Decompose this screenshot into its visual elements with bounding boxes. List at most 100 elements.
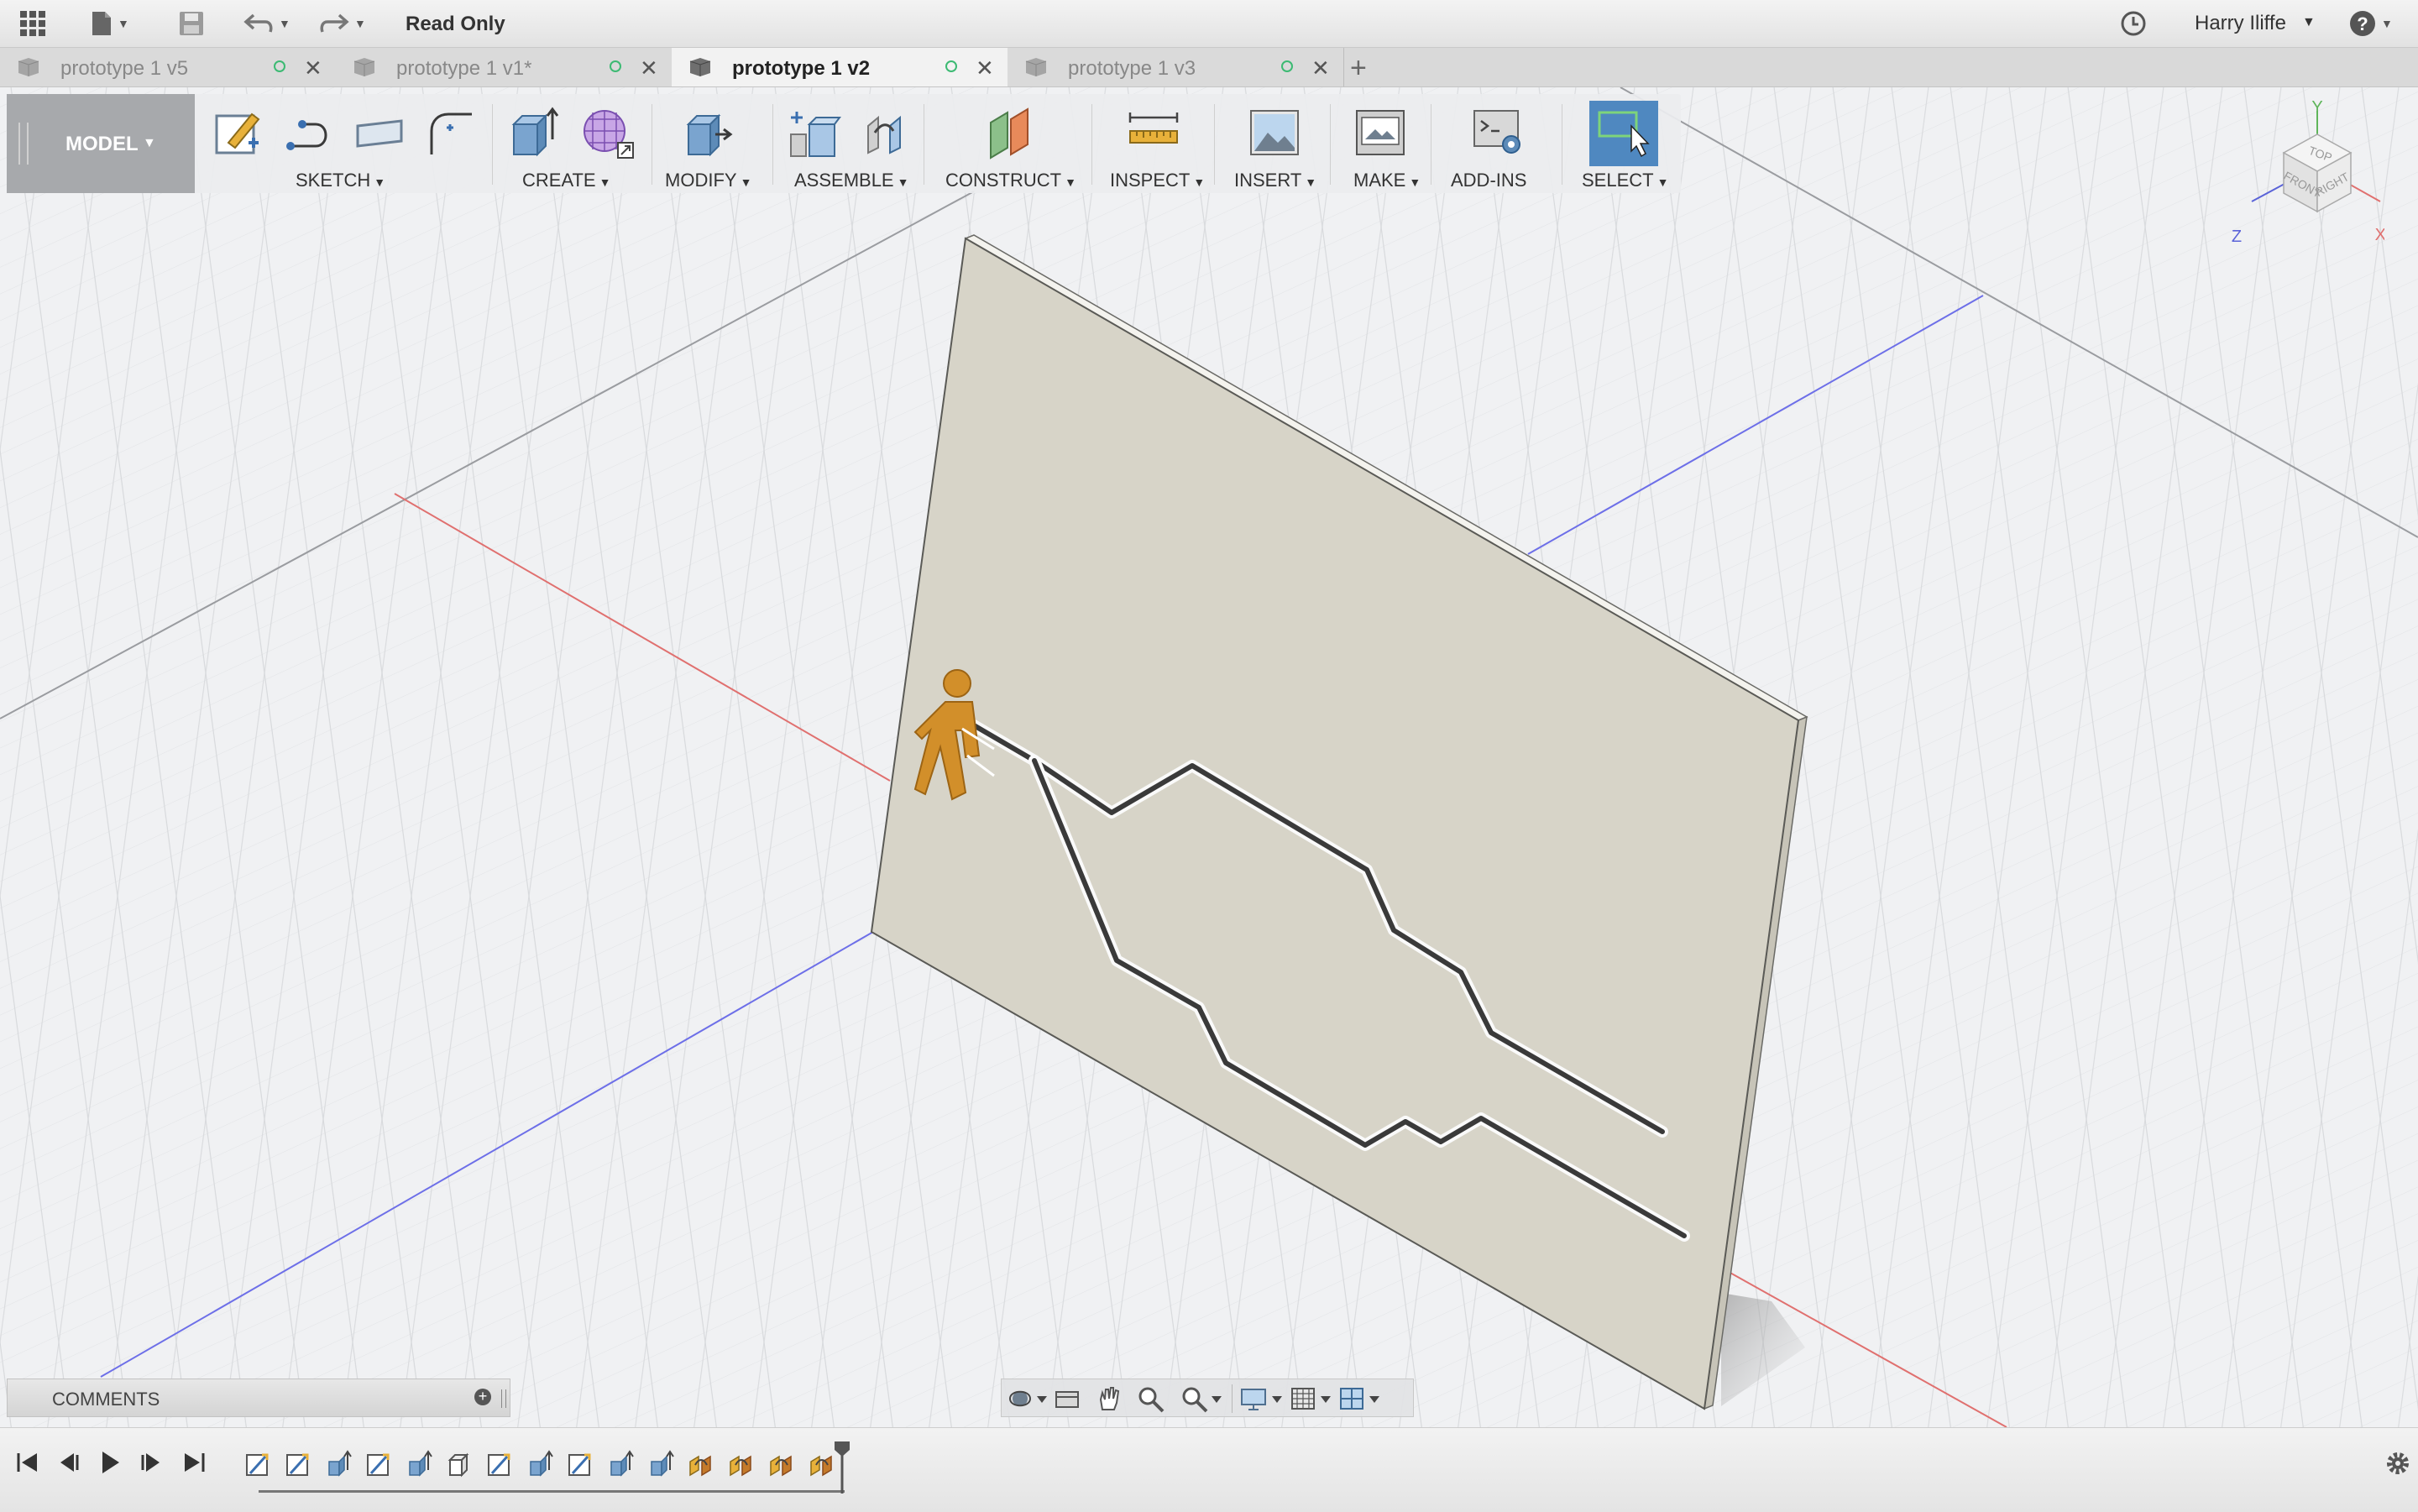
x-axis-label: X — [2375, 226, 2384, 244]
help-icon: ? — [2350, 11, 2375, 36]
select-menu[interactable]: SELECT ▼ — [1582, 170, 1668, 191]
timeline-step-joint-icon[interactable] — [727, 1450, 756, 1480]
document-tab[interactable]: prototype 1 v5 ✕ — [0, 48, 337, 86]
toolbar-divider — [492, 104, 493, 185]
timeline-step-extrude-icon[interactable] — [405, 1450, 433, 1480]
file-icon — [92, 12, 111, 35]
new-tab-button[interactable]: + — [1350, 52, 1367, 85]
help-button[interactable]: ? ▼ — [2349, 10, 2393, 37]
timeline-step-extrude-icon[interactable] — [324, 1450, 353, 1480]
job-status-button[interactable] — [2120, 10, 2147, 37]
sketch-menu[interactable]: SKETCH ▼ — [296, 170, 385, 191]
insert-menu[interactable]: INSERT ▼ — [1234, 170, 1316, 191]
gear-icon[interactable] — [2383, 1448, 2413, 1478]
addins-menu[interactable]: ADD-INS — [1451, 170, 1526, 191]
go-to-end-icon[interactable] — [181, 1448, 207, 1477]
app-grid-icon[interactable] — [18, 10, 47, 37]
timeline-track[interactable] — [259, 1490, 845, 1493]
file-menu-button[interactable]: ▼ — [91, 10, 129, 37]
timeline-step-joint-icon[interactable] — [687, 1450, 715, 1480]
timeline-step-joint-icon[interactable] — [767, 1450, 796, 1480]
rectangle-icon[interactable] — [353, 106, 406, 160]
timeline-step-extrude-icon[interactable] — [526, 1450, 554, 1480]
step-forward-icon[interactable] — [139, 1448, 165, 1477]
close-icon[interactable]: ✕ — [304, 55, 322, 81]
chevron-down-icon: ▼ — [279, 17, 290, 30]
timeline-step-sketch-icon[interactable] — [364, 1450, 393, 1480]
make-menu[interactable]: MAKE ▼ — [1353, 170, 1421, 191]
line-icon[interactable] — [282, 106, 336, 160]
joint-icon[interactable] — [860, 106, 913, 160]
chevron-down-icon: ▼ — [1065, 175, 1076, 189]
viewports-icon[interactable] — [1337, 1384, 1388, 1413]
chevron-down-icon: ▼ — [740, 175, 752, 189]
view-cube[interactable]: TOP FRONT RIGHT Y Z X — [2225, 94, 2386, 275]
save-button[interactable] — [178, 10, 205, 37]
timeline-marker[interactable] — [831, 1440, 853, 1499]
pan-hand-icon[interactable] — [1094, 1384, 1124, 1413]
fit-zoom-icon[interactable] — [1180, 1384, 1227, 1413]
tab-label: prototype 1 v3 — [1068, 57, 1196, 80]
press-pull-icon[interactable] — [682, 106, 735, 160]
main-toolbar: MODEL ▼ SKETCH ▼ CREATE ▼ MODIFY ▼ ASSEM… — [7, 94, 1681, 193]
step-back-icon[interactable] — [55, 1448, 81, 1477]
grid-settings-icon[interactable] — [1289, 1384, 1339, 1413]
close-icon[interactable]: ✕ — [1311, 55, 1330, 81]
undo-button[interactable]: ▼ — [243, 10, 290, 37]
select-button[interactable] — [1589, 101, 1658, 166]
workspace-switcher[interactable]: MODEL ▼ — [7, 94, 195, 193]
display-settings-icon[interactable] — [1238, 1384, 1289, 1413]
create-menu[interactable]: CREATE ▼ — [522, 170, 610, 191]
assemble-menu[interactable]: ASSEMBLE ▼ — [794, 170, 908, 191]
timeline-step-sketch-icon[interactable] — [284, 1450, 312, 1480]
timeline-step-extrude-icon[interactable] — [646, 1450, 675, 1480]
document-tab-active[interactable]: prototype 1 v2 ✕ — [672, 48, 1008, 86]
insert-menu-label: INSERT — [1234, 170, 1302, 191]
toolbar-divider — [1214, 104, 1215, 185]
create-sketch-icon[interactable] — [212, 106, 265, 160]
timeline-step-sketch-icon[interactable] — [243, 1450, 272, 1480]
redo-icon — [320, 13, 349, 33]
toolbar-divider — [1232, 1384, 1233, 1413]
timeline-step-extrude-icon[interactable] — [606, 1450, 635, 1480]
form-icon[interactable] — [581, 106, 636, 161]
panel-grip-icon[interactable] — [501, 1389, 506, 1408]
comments-label: COMMENTS — [52, 1389, 160, 1410]
3d-print-icon[interactable] — [1353, 106, 1407, 160]
insert-image-icon[interactable] — [1248, 106, 1301, 160]
redo-button[interactable]: ▼ — [319, 10, 366, 37]
inspect-menu[interactable]: INSPECT ▼ — [1110, 170, 1205, 191]
timeline-step-body-icon[interactable] — [445, 1450, 474, 1480]
document-tab[interactable]: prototype 1 v1* ✕ — [336, 48, 673, 86]
drag-handle-icon[interactable] — [18, 123, 29, 165]
new-component-icon[interactable] — [786, 106, 841, 161]
timeline-step-sketch-icon[interactable] — [566, 1450, 594, 1480]
orbit-icon[interactable] — [1007, 1384, 1049, 1413]
online-status-icon — [610, 60, 621, 72]
chevron-down-icon: ▼ — [1409, 175, 1421, 189]
close-icon[interactable]: ✕ — [640, 55, 658, 81]
user-account-menu[interactable]: Harry Iliffe — [2195, 12, 2286, 35]
offset-plane-icon[interactable] — [984, 106, 1038, 160]
measure-icon[interactable] — [1127, 106, 1180, 160]
modify-menu[interactable]: MODIFY ▼ — [665, 170, 751, 191]
add-comment-icon[interactable]: + — [474, 1389, 491, 1405]
go-to-start-icon[interactable] — [15, 1448, 40, 1477]
model-scene[interactable] — [0, 0, 2418, 1511]
tab-label: prototype 1 v5 — [60, 57, 189, 80]
document-tab[interactable]: prototype 1 v3 ✕ — [1008, 48, 1344, 86]
chevron-down-icon[interactable]: ▼ — [2302, 15, 2316, 30]
extrude-icon[interactable] — [507, 106, 561, 160]
fillet-sketch-icon[interactable] — [423, 106, 477, 160]
component-icon — [689, 58, 711, 76]
look-at-icon[interactable] — [1052, 1384, 1082, 1413]
scripts-addins-icon[interactable] — [1471, 106, 1525, 160]
play-icon[interactable] — [97, 1448, 123, 1477]
canvas-viewport[interactable] — [0, 86, 2418, 1431]
comments-panel[interactable]: COMMENTS + — [7, 1379, 510, 1417]
zoom-icon[interactable] — [1136, 1384, 1166, 1413]
close-icon[interactable]: ✕ — [976, 55, 994, 81]
construct-menu[interactable]: CONSTRUCT ▼ — [945, 170, 1076, 191]
timeline-step-sketch-icon[interactable] — [485, 1450, 514, 1480]
navigation-toolbar — [1001, 1379, 1414, 1417]
